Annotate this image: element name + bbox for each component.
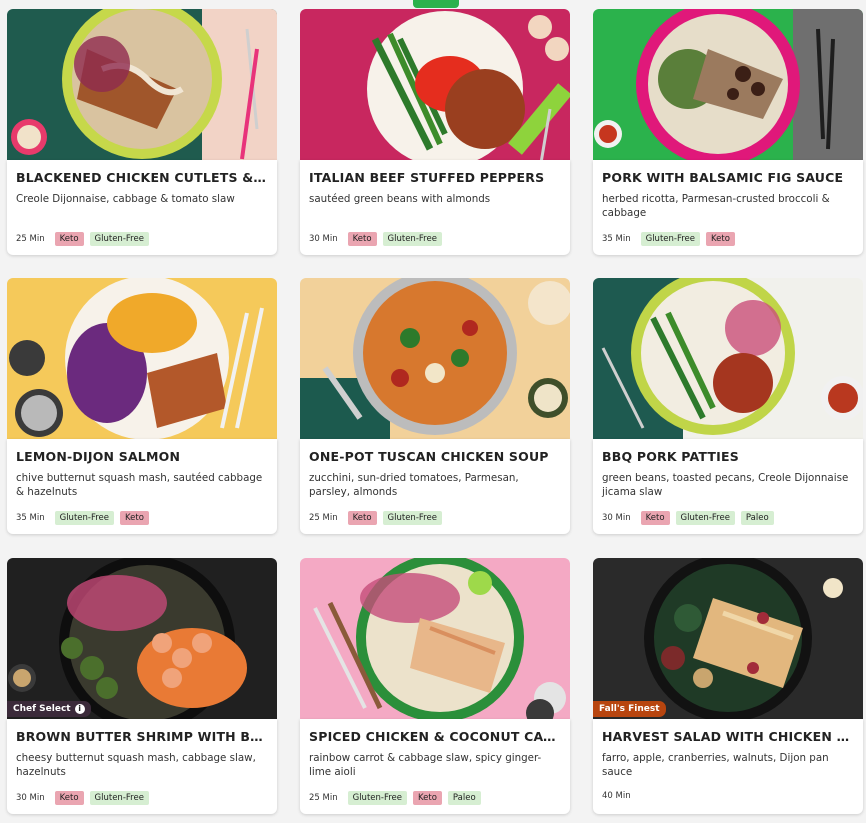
meal-meta: 35 Min Gluten-Free Keto	[602, 232, 735, 246]
cook-time: 25 Min	[309, 513, 338, 523]
meal-image[interactable]	[7, 278, 277, 440]
meal-title[interactable]: SPICED CHICKEN & COCONUT CAULIFL...	[309, 729, 561, 744]
diet-tag: Gluten-Free	[89, 232, 149, 246]
diet-tag: Keto	[413, 791, 442, 805]
meal-meta: 40 Min	[602, 791, 635, 801]
meal-description: cheesy butternut squash mash, cabbage sl…	[16, 752, 256, 778]
diet-tag: Gluten-Free	[89, 791, 149, 805]
meal-description: rainbow carrot & cabbage slaw, spicy gin…	[309, 752, 542, 778]
cook-time: 30 Min	[309, 234, 338, 244]
meal-grid: BLACKENED CHICKEN CUTLETS & “GRI... Creol…	[0, 0, 866, 823]
meal-title[interactable]: LEMON-DIJON SALMON	[16, 449, 268, 464]
meal-description: Creole Dijonnaise, cabbage & tomato slaw	[16, 193, 235, 205]
diet-tag: Paleo	[447, 791, 481, 805]
meal-title[interactable]: BROWN BUTTER SHRIMP WITH BACON...	[16, 729, 268, 744]
cook-time: 30 Min	[602, 513, 631, 523]
meal-meta: 30 Min Keto Gluten-Free	[309, 232, 442, 246]
meal-card[interactable]: BROWN BUTTER SHRIMP WITH BACON... cheesy …	[7, 719, 277, 814]
meal-title[interactable]: ONE-POT TUSCAN CHICKEN SOUP	[309, 449, 561, 464]
meal-description: farro, apple, cranberries, walnuts, Dijo…	[602, 752, 829, 778]
info-icon[interactable]: i	[74, 704, 85, 714]
meal-title[interactable]: PORK WITH BALSAMIC FIG SAUCE	[602, 170, 854, 185]
meal-title[interactable]: BBQ PORK PATTIES	[602, 449, 854, 464]
diet-tag: Keto	[54, 232, 84, 246]
diet-tag: Gluten-Free	[382, 232, 442, 246]
meal-meta: 30 Min Keto Gluten-Free	[16, 791, 149, 805]
meal-card[interactable]: ITALIAN BEEF STUFFED PEPPERS sautéed gree…	[300, 160, 570, 255]
meal-description: herbed ricotta, Parmesan-crusted broccol…	[602, 193, 830, 219]
diet-tag: Gluten-Free	[54, 511, 114, 525]
meal-badge: Fall's Finest	[593, 701, 666, 717]
diet-tag: Gluten-Free	[382, 511, 442, 525]
meal-title[interactable]: HARVEST SALAD WITH CHICKEN & BAC...	[602, 729, 854, 744]
meal-meta: 35 Min Gluten-Free Keto	[16, 511, 149, 525]
cook-time: 30 Min	[16, 793, 45, 803]
meal-card[interactable]: ONE-POT TUSCAN CHICKEN SOUP zucchini, sun…	[300, 439, 570, 534]
meal-meta: 25 Min Gluten-Free Keto Paleo	[309, 791, 481, 805]
diet-tag: Paleo	[740, 511, 774, 525]
diet-tag: Keto	[640, 511, 670, 525]
meal-image[interactable]	[300, 9, 570, 171]
diet-tag: Gluten-Free	[347, 791, 407, 805]
meal-title[interactable]: ITALIAN BEEF STUFFED PEPPERS	[309, 170, 561, 185]
diet-tag: Keto	[347, 511, 377, 525]
meal-badge-label: Fall's Finest	[599, 704, 660, 714]
meal-description: chive butternut squash mash, sautéed cab…	[16, 472, 263, 498]
meal-image[interactable]	[300, 558, 570, 720]
meal-meta: 30 Min Keto Gluten-Free Paleo	[602, 511, 774, 525]
cook-time: 40 Min	[602, 791, 631, 801]
meal-card[interactable]: LEMON-DIJON SALMON chive butternut squash…	[7, 439, 277, 534]
meal-image[interactable]	[7, 9, 277, 171]
meal-card[interactable]: SPICED CHICKEN & COCONUT CAULIFL... rainb…	[300, 719, 570, 814]
meal-badge: Chef Select i	[7, 701, 91, 717]
cook-time: 35 Min	[16, 513, 45, 523]
cook-time: 25 Min	[309, 793, 338, 803]
meal-card[interactable]: BBQ PORK PATTIES green beans, toasted pec…	[593, 439, 863, 534]
meal-badge-label: Chef Select	[13, 704, 71, 714]
diet-tag: Gluten-Free	[640, 232, 700, 246]
diet-tag: Gluten-Free	[675, 511, 735, 525]
meal-title[interactable]: BLACKENED CHICKEN CUTLETS & “GRI...	[16, 170, 268, 185]
meal-meta: 25 Min Keto Gluten-Free	[16, 232, 149, 246]
cook-time: 35 Min	[602, 234, 631, 244]
meal-meta: 25 Min Keto Gluten-Free	[309, 511, 442, 525]
meal-image[interactable]	[300, 278, 570, 440]
cook-time: 25 Min	[16, 234, 45, 244]
meal-image[interactable]	[593, 9, 863, 171]
meal-card[interactable]: PORK WITH BALSAMIC FIG SAUCE herbed ricot…	[593, 160, 863, 255]
meal-description: sautéed green beans with almonds	[309, 193, 491, 205]
diet-tag: Keto	[347, 232, 377, 246]
meal-image[interactable]	[593, 278, 863, 440]
meal-image[interactable]: Fall's Finest	[593, 558, 863, 720]
meal-card[interactable]: HARVEST SALAD WITH CHICKEN & BAC... farro…	[593, 719, 863, 814]
diet-tag: Keto	[706, 232, 735, 246]
meal-image[interactable]: Chef Select i	[7, 558, 277, 720]
meal-description: green beans, toasted pecans, Creole Dijo…	[602, 472, 849, 498]
meal-card[interactable]: BLACKENED CHICKEN CUTLETS & “GRI... Creol…	[7, 160, 277, 255]
diet-tag: Keto	[120, 511, 149, 525]
meal-description: zucchini, sun-dried tomatoes, Parmesan, …	[309, 472, 519, 498]
diet-tag: Keto	[54, 791, 84, 805]
